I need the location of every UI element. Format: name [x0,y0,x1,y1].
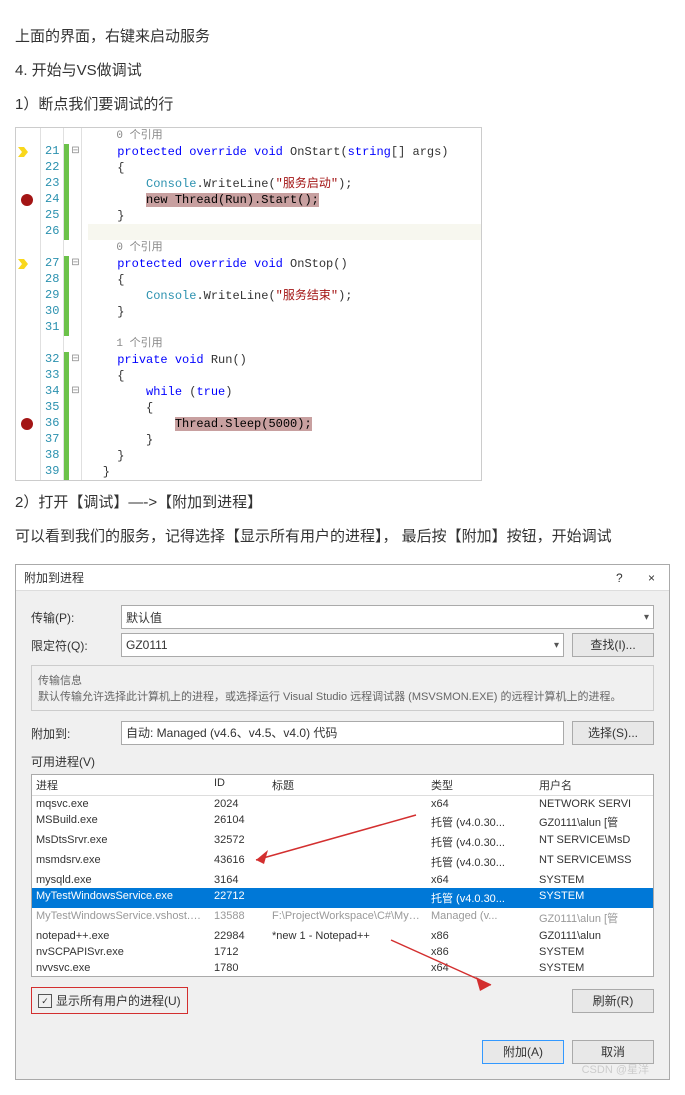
dialog-title-bar: 附加到进程 ? × [16,565,669,591]
arrow-icon [18,147,28,157]
arrow-icon [18,259,28,269]
checkbox-icon: ✓ [38,994,52,1008]
code-line[interactable]: { [88,368,481,384]
code-line[interactable]: } [88,304,481,320]
step-sub: 2）打开【调试】—->【附加到进程】 [15,491,670,515]
code-editor: 21222324252627282930313233343536373839 ⊟… [15,127,482,481]
code-line[interactable]: { [88,160,481,176]
transport-combo[interactable]: 默认值 [121,605,654,629]
code-line[interactable]: new Thread(Run).Start(); [88,192,481,208]
intro-line: 上面的界面，右键来启动服务 [15,25,670,49]
code-line[interactable]: protected override void OnStart(string[]… [88,144,481,160]
qualifier-combo[interactable]: GZ0111 [121,633,564,657]
close-icon[interactable]: × [642,571,661,585]
code-line[interactable]: Thread.Sleep(5000); [88,416,481,432]
col-id[interactable]: ID [210,775,268,795]
select-button[interactable]: 选择(S)... [572,721,654,745]
code-line[interactable]: { [88,272,481,288]
process-list[interactable]: 进程 ID 标题 类型 用户名 mqsvc.exe2024x64NETWORK … [31,774,654,977]
step-desc: 可以看到我们的服务，记得选择【显示所有用户的进程】， 最后按【附加】按钮，开始调… [15,525,670,549]
col-process[interactable]: 进程 [32,775,210,795]
code-line[interactable]: Console.WriteLine("服务启动"); [88,176,481,192]
code-line[interactable]: Console.WriteLine("服务结束"); [88,288,481,304]
process-row[interactable]: nvvsvc.exe1780x64SYSTEM [32,960,653,976]
code-line[interactable]: private void Run() [88,352,481,368]
col-type[interactable]: 类型 [427,775,535,795]
available-label: 可用进程(V) [31,753,654,770]
qualifier-label: 限定符(Q): [31,637,121,654]
attach-to-input[interactable]: 自动: Managed (v4.6、v4.5、v4.0) 代码 [121,721,564,745]
process-row[interactable]: notepad++.exe22984*new 1 - Notepad++x86G… [32,928,653,944]
col-title[interactable]: 标题 [268,775,427,795]
process-row[interactable]: msmdsrv.exe43616托管 (v4.0.30...NT SERVICE… [32,852,653,872]
code-line[interactable]: } [88,464,481,480]
col-user[interactable]: 用户名 [535,775,653,795]
attach-to-label: 附加到: [31,725,121,742]
refresh-button[interactable]: 刷新(R) [572,989,654,1013]
code-line[interactable]: } [88,208,481,224]
process-row[interactable]: nvSCPAPISvr.exe1712x86SYSTEM [32,944,653,960]
transport-label: 传输(P): [31,609,121,626]
show-all-users-checkbox[interactable]: ✓ 显示所有用户的进程(U) [31,987,188,1014]
step-heading: 4. 开始与VS做调试 [15,59,670,83]
process-row[interactable]: MyTestWindowsService.vshost.exe13588F:\P… [32,908,653,928]
dialog-title: 附加到进程 [24,569,84,586]
process-row[interactable]: mysqld.exe3164x64SYSTEM [32,872,653,888]
code-line[interactable]: 1 个引用 [88,336,481,352]
transport-info: 传输信息 默认传输允许选择此计算机上的进程，或选择运行 Visual Studi… [31,665,654,711]
breakpoint-icon[interactable] [21,194,33,206]
code-line[interactable]: { [88,400,481,416]
find-button[interactable]: 查找(I)... [572,633,654,657]
attach-dialog: 附加到进程 ? × 传输(P): 默认值 限定符(Q): GZ0111 查找(I… [15,564,670,1080]
attach-button[interactable]: 附加(A) [482,1040,564,1064]
code-line[interactable]: 0 个引用 [88,240,481,256]
step-sub: 1）断点我们要调试的行 [15,93,670,117]
process-row[interactable]: MsDtsSrvr.exe32572托管 (v4.0.30...NT SERVI… [32,832,653,852]
process-row[interactable]: MSBuild.exe26104托管 (v4.0.30...GZ0111\alu… [32,812,653,832]
code-line[interactable]: } [88,448,481,464]
code-line[interactable]: 0 个引用 [88,128,481,144]
code-line[interactable] [88,320,481,336]
code-line[interactable]: while (true) [88,384,481,400]
process-row[interactable]: MyTestWindowsService.exe22712托管 (v4.0.30… [32,888,653,908]
breakpoint-icon[interactable] [21,418,33,430]
process-row[interactable]: mqsvc.exe2024x64NETWORK SERVI [32,796,653,812]
watermark: CSDN @星洋 [582,1061,649,1077]
code-line[interactable]: protected override void OnStop() [88,256,481,272]
code-line[interactable]: } [88,432,481,448]
code-line[interactable] [88,224,481,240]
help-icon[interactable]: ? [610,571,629,585]
